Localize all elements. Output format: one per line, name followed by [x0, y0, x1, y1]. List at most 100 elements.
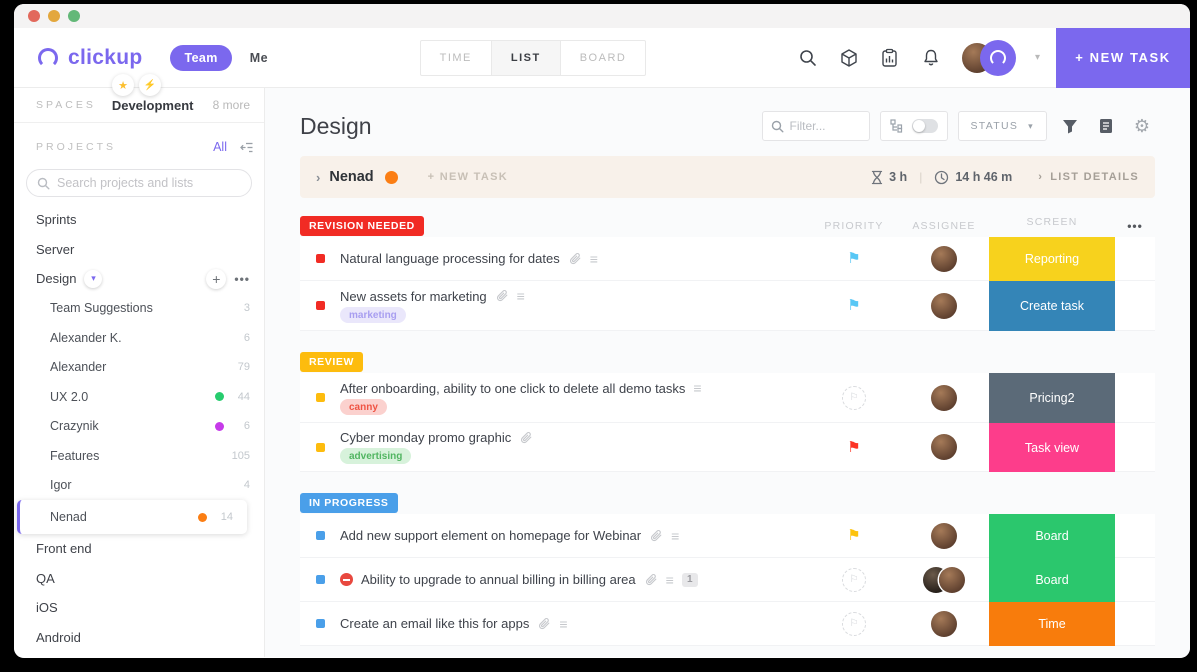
tab-time[interactable]: TIME: [421, 40, 492, 75]
tab-board[interactable]: BOARD: [561, 41, 646, 75]
sidebar-item-ios[interactable]: iOS: [14, 593, 264, 623]
assignee-cell[interactable]: [899, 566, 989, 593]
assignee-cell[interactable]: [899, 384, 989, 411]
priority-cell[interactable]: ⚑: [809, 528, 899, 543]
task-title[interactable]: Create an email like this for apps: [340, 616, 529, 631]
status-badge[interactable]: IN PROGRESS: [300, 493, 398, 513]
sidebar-item-sprints[interactable]: Sprints: [14, 205, 264, 235]
task-row[interactable]: Create an email like this for apps ≡ ⚐ Time: [300, 602, 1155, 646]
sidebar-item-notes[interactable]: Notes: [14, 652, 264, 657]
task-row[interactable]: After onboarding, ability to one click t…: [300, 373, 1155, 423]
list-name[interactable]: Nenad: [329, 169, 373, 185]
minimize-window-button[interactable]: [48, 10, 60, 22]
sidebar-item-alexander-k[interactable]: Alexander K. 6: [14, 323, 264, 353]
priority-cell[interactable]: ⚐: [809, 567, 899, 592]
task-row[interactable]: Add new support element on homepage for …: [300, 514, 1155, 558]
priority-cell[interactable]: ⚑: [809, 251, 899, 266]
assignee-cell[interactable]: [899, 292, 989, 319]
list-new-task-button[interactable]: + NEW TASK: [428, 171, 508, 183]
sidebar-item-qa[interactable]: QA: [14, 564, 264, 594]
more-spaces-link[interactable]: 8 more: [213, 98, 250, 112]
favorite-star-icon[interactable]: ★: [112, 74, 134, 96]
clickup-logo[interactable]: clickup: [38, 46, 142, 70]
sidebar-item-nenad[interactable]: Nenad 14: [17, 500, 247, 534]
item-options-icon[interactable]: •••: [234, 272, 250, 286]
user-avatar[interactable]: [961, 39, 1016, 76]
screen-cell[interactable]: Create task: [989, 281, 1115, 331]
task-status-square[interactable]: [315, 301, 325, 310]
toggle-switch[interactable]: [911, 119, 938, 133]
subtask-tree-toggle[interactable]: [879, 111, 948, 141]
sidebar-item-android[interactable]: Android: [14, 623, 264, 653]
scope-me-tab[interactable]: Me: [250, 51, 268, 65]
task-status-square[interactable]: [315, 619, 325, 628]
task-title[interactable]: Ability to upgrade to annual billing in …: [361, 572, 636, 587]
task-status-square[interactable]: [315, 442, 325, 452]
add-list-button[interactable]: +: [206, 268, 227, 289]
collapse-sidebar-icon[interactable]: [239, 141, 254, 154]
priority-empty-flag-icon[interactable]: ⚐: [842, 611, 866, 636]
status-badge[interactable]: REVIEW: [300, 352, 364, 372]
task-status-square[interactable]: [315, 254, 325, 263]
assignee-cell[interactable]: [899, 245, 989, 272]
sidebar-item-features[interactable]: Features 105: [14, 441, 264, 471]
automation-bolt-icon[interactable]: ⚡: [139, 74, 161, 96]
assignee-cell[interactable]: [899, 434, 989, 460]
new-task-button[interactable]: + NEW TASK: [1056, 27, 1190, 88]
priority-cell[interactable]: ⚐: [809, 611, 899, 636]
priority-cell[interactable]: ⚐: [809, 385, 899, 410]
status-badge[interactable]: REVISION NEEDED: [300, 216, 424, 236]
filter-input[interactable]: [789, 119, 860, 133]
task-row[interactable]: Cyber monday promo graphic advertising ⚑ Ta…: [300, 423, 1155, 472]
sidebar-item-design[interactable]: Design ▾ + •••: [14, 264, 264, 294]
settings-gear-icon[interactable]: ⚙: [1129, 113, 1155, 139]
screen-cell[interactable]: Reporting: [989, 237, 1115, 281]
account-caret-icon[interactable]: ▾: [1035, 52, 1040, 63]
chevron-right-icon[interactable]: ›: [316, 170, 320, 185]
chevron-down-icon[interactable]: ▾: [84, 269, 103, 288]
priority-flag-icon[interactable]: ⚑: [847, 251, 860, 266]
sidebar-item-team-suggestions[interactable]: Team Suggestions 3: [14, 294, 264, 324]
projects-all-link[interactable]: All: [213, 140, 227, 154]
scope-team-tab[interactable]: Team: [170, 44, 232, 71]
screen-cell[interactable]: Board: [989, 558, 1115, 602]
project-search-input[interactable]: [57, 176, 241, 190]
tab-list[interactable]: LIST: [491, 40, 561, 75]
notifications-bell-icon[interactable]: [921, 48, 941, 68]
priority-flag-icon[interactable]: ⚑: [847, 528, 860, 543]
task-title[interactable]: New assets for marketing: [340, 289, 487, 304]
priority-cell[interactable]: ⚑: [809, 440, 899, 455]
search-icon[interactable]: [798, 48, 818, 68]
screen-cell[interactable]: Pricing2: [989, 373, 1115, 423]
task-title[interactable]: Add new support element on homepage for …: [340, 528, 641, 543]
task-row[interactable]: New assets for marketing ≡ marketing ⚑ Creat…: [300, 281, 1155, 331]
fullscreen-window-button[interactable]: [68, 10, 80, 22]
sidebar-item-alexander[interactable]: Alexander 79: [14, 353, 264, 383]
reports-clipboard-icon[interactable]: [880, 48, 900, 68]
sidebar-item-ux-2-0[interactable]: UX 2.0 44: [14, 382, 264, 412]
task-title[interactable]: Natural language processing for dates: [340, 251, 560, 266]
sidebar-item-front-end[interactable]: Front end: [14, 534, 264, 564]
task-status-square[interactable]: [315, 531, 325, 540]
priority-cell[interactable]: ⚑: [809, 298, 899, 313]
task-row[interactable]: Natural language processing for dates ≡ ⚑ R…: [300, 237, 1155, 281]
sidebar-item-server[interactable]: Server: [14, 235, 264, 265]
screen-cell[interactable]: Time: [989, 602, 1115, 646]
sidebar-item-igor[interactable]: Igor 4: [14, 471, 264, 501]
apps-cube-icon[interactable]: [839, 48, 859, 68]
assignee-cell[interactable]: [899, 610, 989, 637]
sidebar-item-crazynik[interactable]: Crazynik 6: [14, 412, 264, 442]
task-status-square[interactable]: [315, 575, 325, 584]
task-status-square[interactable]: [315, 393, 325, 402]
task-row[interactable]: Ability to upgrade to annual billing in …: [300, 558, 1155, 602]
priority-empty-flag-icon[interactable]: ⚐: [842, 385, 866, 410]
current-space-name[interactable]: Development: [112, 98, 194, 113]
task-title[interactable]: Cyber monday promo graphic: [340, 430, 511, 445]
assignee-cell[interactable]: [899, 522, 989, 549]
filters-funnel-icon[interactable]: [1057, 113, 1083, 139]
priority-empty-flag-icon[interactable]: ⚐: [842, 567, 866, 592]
list-details-link[interactable]: › LIST DETAILS: [1038, 171, 1139, 183]
screen-cell[interactable]: Task view: [989, 423, 1115, 472]
views-document-icon[interactable]: [1093, 113, 1119, 139]
priority-flag-icon[interactable]: ⚑: [847, 440, 860, 455]
